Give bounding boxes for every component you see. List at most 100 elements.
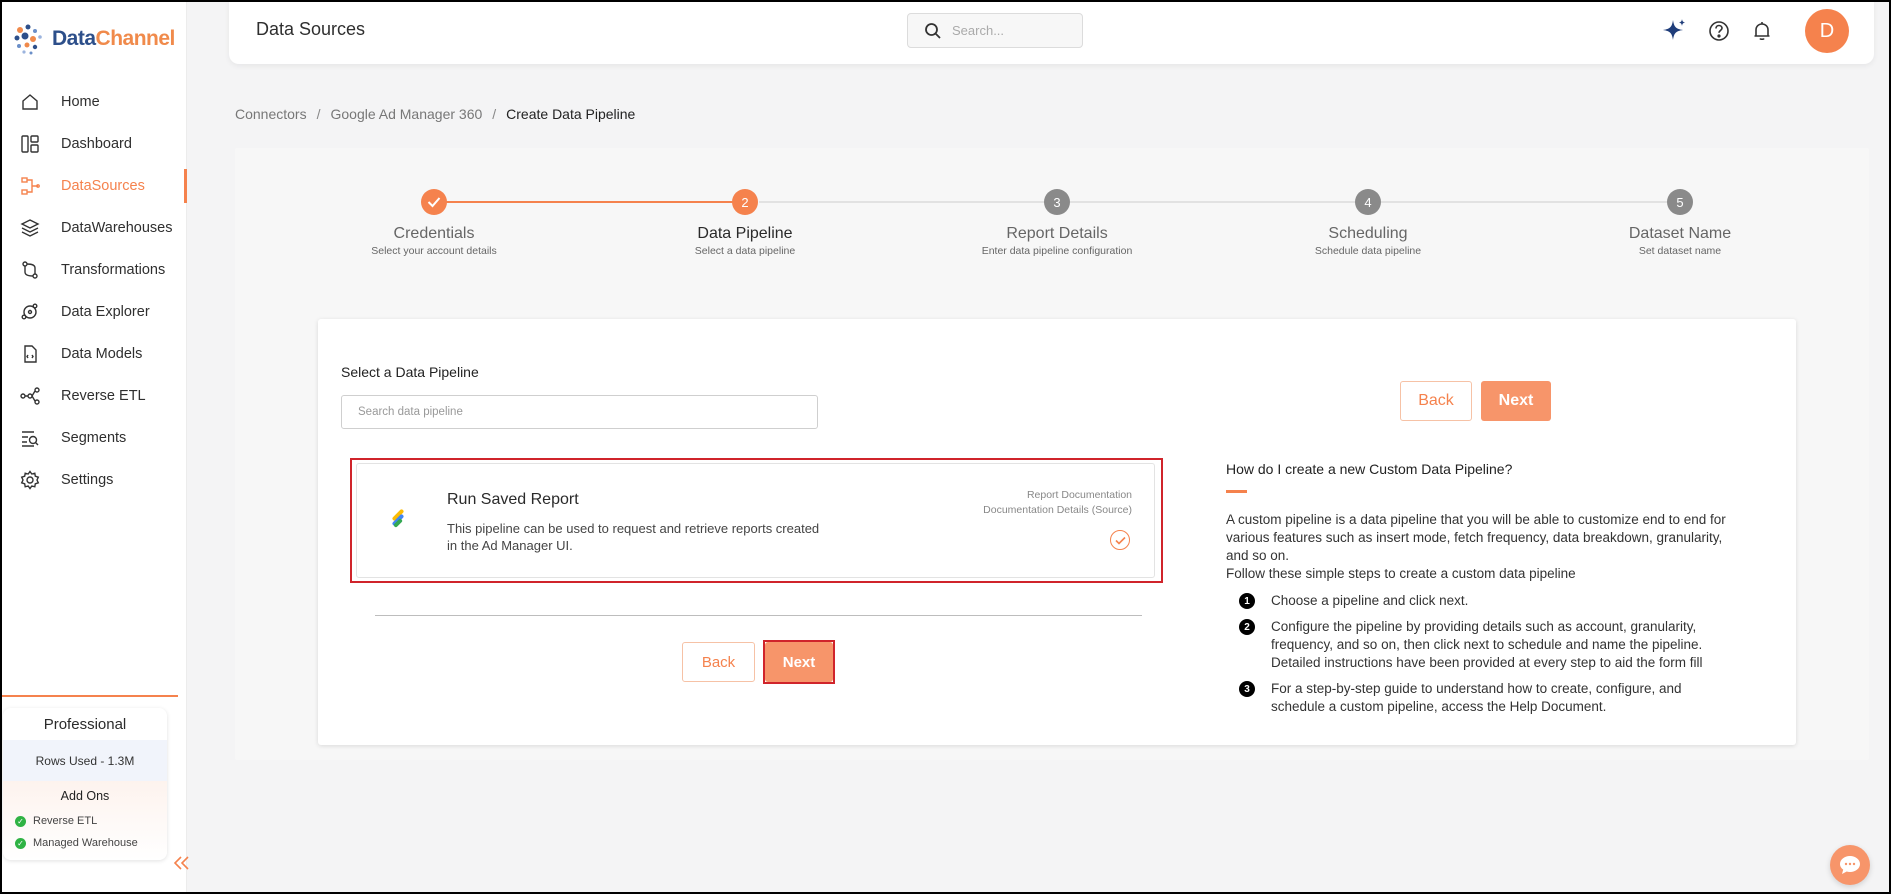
step-done-circle [421,189,447,215]
pipeline-title: Run Saved Report [447,491,579,508]
sidebar-item-label: Dashboard [61,136,132,152]
sidebar-item-label: Data Models [61,346,143,362]
help-intro: A custom pipeline is a data pipeline tha… [1226,511,1736,583]
brand-logo[interactable]: DataChannel [10,20,175,58]
breadcrumb: Connectors / Google Ad Manager 360 / Cre… [235,106,635,122]
breadcrumb-current: Create Data Pipeline [506,106,636,122]
pipeline-option-run-saved-report[interactable]: Run Saved Report This pipeline can be us… [356,463,1155,578]
help-title: How do I create a new Custom Data Pipeli… [1226,461,1513,477]
datachannel-logo-icon [14,24,42,55]
breadcrumb-google-ad-manager[interactable]: Google Ad Manager 360 [330,106,482,122]
plan-card: Professional Rows Used - 1.3M Add Ons ✓ … [3,708,167,860]
sidebar-item-dashboard[interactable]: Dashboard [0,123,187,165]
plan-name: Professional [43,715,127,733]
dashboard-icon [19,133,41,155]
step-scheduling[interactable]: 4 Scheduling Schedule data pipeline [1243,189,1493,257]
step-credentials[interactable]: Credentials Select your account details [309,189,559,257]
ai-sparkle-button[interactable] [1661,18,1687,44]
sidebar: DataChannel Home Dashboard DataSources D… [0,0,189,894]
sidebar-item-label: DataSources [61,178,145,194]
next-button-bottom[interactable]: Next [765,642,833,682]
sidebar-item-settings[interactable]: Settings [0,459,187,501]
help-step-text: Configure the pipeline by providing deta… [1271,619,1703,670]
addons-title: Add Ons [60,789,110,803]
step-number: 4 [1355,189,1381,215]
breadcrumb-separator: / [316,106,321,122]
sidebar-nav: Home Dashboard DataSources DataWarehouse… [0,81,187,501]
step-title: Dataset Name [1628,225,1732,242]
sidebar-item-transformations[interactable]: Transformations [0,249,187,291]
sidebar-item-segments[interactable]: Segments [0,417,187,459]
sidebar-item-datawarehouses[interactable]: DataWarehouses [0,207,187,249]
step-number-badge: 1 [1239,593,1255,609]
chat-support-button[interactable] [1830,845,1870,885]
datasources-icon [19,175,41,197]
sidebar-item-label: Home [61,94,100,110]
help-title-accent [1226,490,1247,493]
next-button-top[interactable]: Next [1481,381,1551,421]
help-step: 2 Configure the pipeline by providing de… [1239,618,1731,672]
data-models-icon [19,343,41,365]
sparkle-icon [1663,19,1685,40]
addon-label: Managed Warehouse [33,837,138,849]
step-subtitle: Enter data pipeline configuration [981,245,1133,257]
help-button[interactable] [1706,18,1732,44]
help-intro-text: A custom pipeline is a data pipeline tha… [1226,512,1726,563]
global-search[interactable] [907,13,1083,48]
step-subtitle: Set dataset name [1638,245,1722,257]
user-avatar[interactable]: D [1805,9,1849,53]
addon-label: Reverse ETL [33,815,98,827]
help-step-text: Choose a pipeline and click next. [1271,593,1469,608]
search-icon [925,22,941,39]
collapse-sidebar-button[interactable] [171,852,193,874]
sidebar-item-label: Transformations [61,262,166,278]
help-step: 1 Choose a pipeline and click next. [1239,592,1731,610]
sidebar-item-home[interactable]: Home [0,81,187,123]
top-header: Data Sources D [229,0,1874,64]
back-button-top[interactable]: Back [1400,381,1472,421]
sidebar-item-data-explorer[interactable]: Data Explorer [0,291,187,333]
brand-name: DataChannel [52,27,175,50]
step-title: Credentials [393,225,475,242]
sidebar-item-label: Segments [61,430,127,446]
selected-check-icon [1110,530,1130,550]
help-step: 3 For a step-by-step guide to understand… [1239,680,1731,716]
sidebar-item-label: Settings [61,472,114,488]
addons-section: Add Ons ✓ Reverse ETL ✓ Managed Warehous… [3,781,167,860]
data-explorer-icon [19,301,41,323]
sidebar-item-data-models[interactable]: Data Models [0,333,187,375]
sidebar-item-datasources[interactable]: DataSources [0,165,187,207]
double-chevron-left-icon [173,856,189,870]
datawarehouses-icon [19,217,41,239]
pipeline-search-input[interactable] [341,395,818,429]
step-title: Report Details [1006,225,1108,242]
home-icon [19,91,41,113]
sidebar-item-label: Data Explorer [61,304,150,320]
report-documentation-link[interactable]: Report Documentation [1027,489,1132,501]
sidebar-item-label: Reverse ETL [61,388,146,404]
step-number: 2 [732,189,758,215]
content-divider [375,615,1142,616]
plan-divider [2,695,178,697]
pipeline-description: This pipeline can be used to request and… [447,521,820,553]
select-pipeline-label: Select a Data Pipeline [341,364,479,380]
help-intro-followup: Follow these simple steps to create a cu… [1226,566,1576,581]
step-dataset-name[interactable]: 5 Dataset Name Set dataset name [1555,189,1805,257]
chat-bubble-icon [1840,856,1860,874]
sidebar-item-reverse-etl[interactable]: Reverse ETL [0,375,187,417]
page-title: Data Sources [256,19,366,39]
step-data-pipeline[interactable]: 2 Data Pipeline Select a data pipeline [620,189,870,257]
check-circle-icon: ✓ [15,837,26,849]
help-circle-icon [1709,21,1729,41]
search-input[interactable] [952,23,1072,38]
step-number: 3 [1044,189,1070,215]
reverse-etl-icon [19,385,41,407]
documentation-details-link[interactable]: Documentation Details (Source) [983,504,1132,516]
step-title: Scheduling [1328,225,1408,242]
help-step-text: For a step-by-step guide to understand h… [1271,681,1682,714]
step-report-details[interactable]: 3 Report Details Enter data pipeline con… [932,189,1182,257]
breadcrumb-connectors[interactable]: Connectors [235,106,307,122]
notifications-button[interactable] [1749,18,1775,44]
settings-icon [19,469,41,491]
back-button-bottom[interactable]: Back [682,642,755,682]
